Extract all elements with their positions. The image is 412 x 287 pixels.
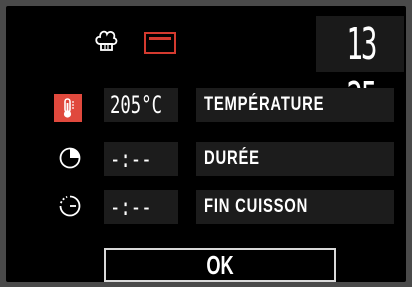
- thermometer-icon: [54, 94, 82, 122]
- ok-button[interactable]: OK: [104, 248, 336, 282]
- temperature-label[interactable]: TEMPÉRATURE: [204, 88, 324, 122]
- temperature-value[interactable]: 205°C: [110, 88, 162, 122]
- duration-value[interactable]: -:--: [110, 142, 152, 176]
- oven-icon[interactable]: [144, 32, 176, 54]
- duration-label[interactable]: DURÉE: [204, 142, 260, 176]
- ok-button-label: OK: [206, 250, 234, 280]
- clock-display[interactable]: 13 25: [336, 18, 387, 124]
- end-time-value[interactable]: -:--: [110, 190, 152, 224]
- duration-clock-icon: [58, 146, 82, 170]
- oven-display: 13 25 205°C TEMPÉRATURE -:-- DURÉE -:-: [6, 6, 406, 282]
- end-clock-icon: [58, 194, 82, 218]
- end-time-label[interactable]: FIN CUISSON: [204, 190, 308, 224]
- chef-hat-icon[interactable]: [94, 28, 118, 54]
